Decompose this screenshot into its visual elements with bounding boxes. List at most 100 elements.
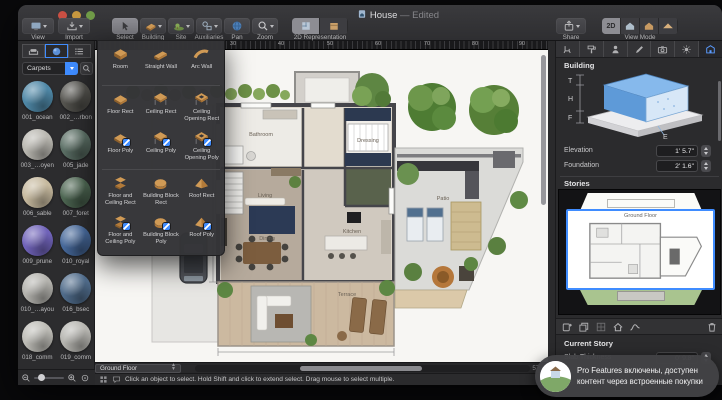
tab-materials-inspector[interactable]	[580, 41, 604, 57]
material-swatch[interactable]: 016_bsec	[58, 273, 94, 321]
vertical-scrollbar-thumb[interactable]	[541, 55, 546, 205]
swatch-thumbnail[interactable]	[21, 129, 53, 160]
menu-item-building-block-rect[interactable]: Building Block Rect	[141, 173, 182, 212]
tab-person-inspector[interactable]	[604, 41, 628, 57]
zoom-tool-button[interactable]	[252, 18, 278, 34]
zoom-out-icon[interactable]	[21, 373, 31, 383]
menu-item-floor-and-ceiling-rect[interactable]: Floor and Ceiling Rect	[100, 173, 141, 212]
swatch-thumbnail[interactable]	[21, 321, 53, 352]
zoom-in-icon[interactable]	[67, 373, 77, 383]
material-swatch[interactable]: 005_jade	[58, 129, 94, 177]
swatch-thumbnail[interactable]	[21, 177, 53, 208]
category-dropdown-button[interactable]	[65, 62, 78, 75]
material-swatch[interactable]: 010_royal	[58, 225, 94, 273]
slider-handle[interactable]	[38, 374, 45, 381]
menu-item-floor-rect[interactable]: Floor Rect	[100, 89, 141, 128]
material-swatch[interactable]: 003_…oyen	[19, 129, 55, 177]
search-button[interactable]	[80, 62, 93, 75]
menu-item-arc-wall[interactable]: Arc Wall	[181, 44, 222, 83]
swatch-thumbnail[interactable]	[21, 225, 53, 256]
swatch-thumbnail[interactable]	[60, 177, 92, 208]
foundation-stepper[interactable]	[701, 160, 711, 172]
view-mode-3d-segment[interactable]	[621, 18, 640, 34]
menu-item-roof-poly[interactable]: Roof Poly	[181, 212, 222, 251]
swatch-thumbnail[interactable]	[21, 273, 53, 304]
menu-item-ceiling-opening-poly[interactable]: Ceiling Opening Poly	[181, 128, 222, 167]
tab-furniture-inspector[interactable]	[556, 41, 580, 57]
swatch-thumbnail[interactable]	[21, 81, 53, 112]
auxiliaries-tool-button[interactable]	[196, 18, 222, 34]
menu-item-building-block-poly[interactable]: Building Block Poly	[141, 212, 182, 251]
tab-edit-inspector[interactable]	[628, 41, 652, 57]
pan-tool-button[interactable]	[224, 18, 250, 34]
material-swatch[interactable]: 007_foret	[58, 177, 94, 225]
menu-item-room[interactable]: Room	[100, 44, 141, 83]
pro-features-toast[interactable]: Pro Features включены, доступен контент ч…	[535, 355, 719, 397]
building-tool-button[interactable]	[140, 18, 166, 34]
import-button[interactable]	[58, 18, 90, 34]
tab-furniture[interactable]	[22, 44, 45, 58]
tab-building-inspector[interactable]	[699, 41, 722, 57]
elevation-value[interactable]: 1' 5.7"	[656, 145, 698, 157]
foundation-value[interactable]: 2' 1.6"	[656, 160, 698, 172]
material-swatch[interactable]: 002_…rbon	[58, 81, 94, 129]
material-swatch[interactable]: 006_sable	[19, 177, 55, 225]
grid-icon[interactable]	[99, 375, 108, 384]
menu-item-ceiling-rect[interactable]: Ceiling Rect	[141, 89, 182, 128]
status-text: Click an object to select. Hold Shift an…	[125, 376, 395, 383]
menu-item-floor-poly[interactable]: Floor Poly	[100, 128, 141, 167]
material-swatch[interactable]: 018_comm	[19, 321, 55, 369]
material-swatch[interactable]: 009_prune	[19, 225, 55, 273]
share-button[interactable]	[556, 18, 586, 34]
floor-texture-icon	[328, 20, 340, 32]
story-grid-icon[interactable]	[595, 321, 607, 333]
menu-item-ceiling-poly[interactable]: Ceiling Poly	[141, 128, 182, 167]
story-card-ground[interactable]	[579, 288, 703, 305]
tab-camera-inspector[interactable]	[651, 41, 676, 57]
horizontal-scrollbar-thumb[interactable]	[300, 366, 422, 371]
swatch-thumbnail[interactable]	[60, 225, 92, 256]
swatch-label: 016_bsec	[62, 306, 90, 313]
material-swatch[interactable]: 001_ocean	[19, 81, 55, 129]
menu-item-straight-wall[interactable]: Straight Wall	[141, 44, 182, 83]
elevation-stepper[interactable]	[701, 145, 711, 157]
dim-label-h: H	[568, 96, 573, 103]
swatch-thumbnail[interactable]	[60, 129, 92, 160]
target-icon[interactable]	[80, 373, 90, 383]
menu-item-roof-rect[interactable]: Roof Rect	[181, 173, 222, 212]
swatch-thumbnail[interactable]	[60, 81, 92, 112]
view-mode-elevation-segment[interactable]	[640, 18, 659, 34]
tab-light-inspector[interactable]	[675, 41, 700, 57]
material-swatch[interactable]: 019_comm	[58, 321, 94, 369]
menu-item-floor-and-ceiling-poly[interactable]: Floor and Ceiling Poly	[100, 212, 141, 251]
view-mode-2d-segment[interactable]: 2D	[602, 18, 621, 34]
select-tool-button[interactable]	[112, 18, 138, 34]
app-window: House — Edited View Import Select Buildi…	[18, 5, 722, 385]
thumbnail-size-slider[interactable]	[34, 374, 64, 381]
duplicate-story-icon[interactable]	[578, 321, 590, 333]
view-mode-roof-segment[interactable]	[659, 18, 678, 34]
stories-viewer: Ground Floor	[558, 189, 721, 315]
floor-selector[interactable]: Ground Floor	[95, 364, 181, 373]
home-story-icon[interactable]	[612, 321, 624, 333]
titlebar: House — Edited View Import Select Buildi…	[18, 5, 722, 41]
horizontal-scrollbar[interactable]	[195, 365, 530, 372]
entry-porch[interactable]	[294, 71, 360, 107]
menu-item-ceiling-opening-rect[interactable]: Ceiling Opening Rect	[181, 89, 222, 128]
inspector-scrollbar-thumb[interactable]	[718, 81, 721, 141]
swatch-thumbnail[interactable]	[60, 273, 92, 304]
swatch-thumbnail[interactable]	[60, 321, 92, 352]
representation-2d-segment[interactable]	[292, 18, 320, 34]
tab-materials[interactable]	[45, 44, 68, 58]
add-story-icon[interactable]	[561, 321, 573, 333]
house[interactable]	[215, 102, 396, 284]
view-button[interactable]	[22, 18, 54, 34]
terrace-deck[interactable]	[217, 280, 395, 347]
terrain-curve-icon[interactable]	[629, 321, 641, 333]
site-tool-button[interactable]	[168, 18, 194, 34]
trash-icon[interactable]	[706, 321, 718, 333]
story-card-selected[interactable]: Ground Floor	[566, 209, 715, 290]
tab-list[interactable]	[68, 44, 91, 58]
representation-floor-segment[interactable]	[320, 18, 348, 34]
material-swatch[interactable]: 010_…ayou	[19, 273, 55, 321]
